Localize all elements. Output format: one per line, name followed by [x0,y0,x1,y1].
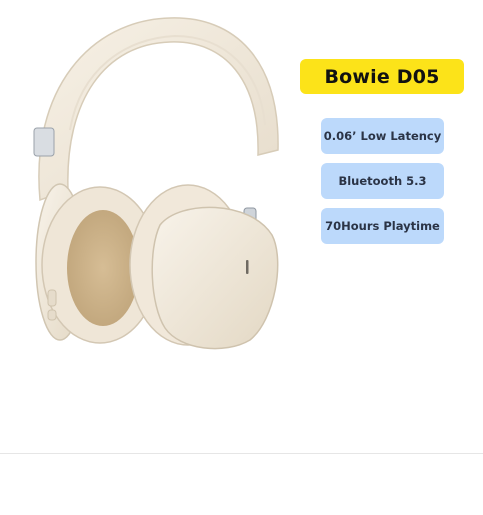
headphones-image [10,10,300,360]
feature-badge-playtime: 70Hours Playtime [321,208,444,244]
feature-badge-bluetooth: Bluetooth 5.3 [321,163,444,199]
product-title-badge: Bowie D05 [300,59,464,94]
feature-badge-latency: 0.06’ Low Latency [321,118,444,154]
divider [0,453,483,454]
headphones-icon [33,17,279,350]
